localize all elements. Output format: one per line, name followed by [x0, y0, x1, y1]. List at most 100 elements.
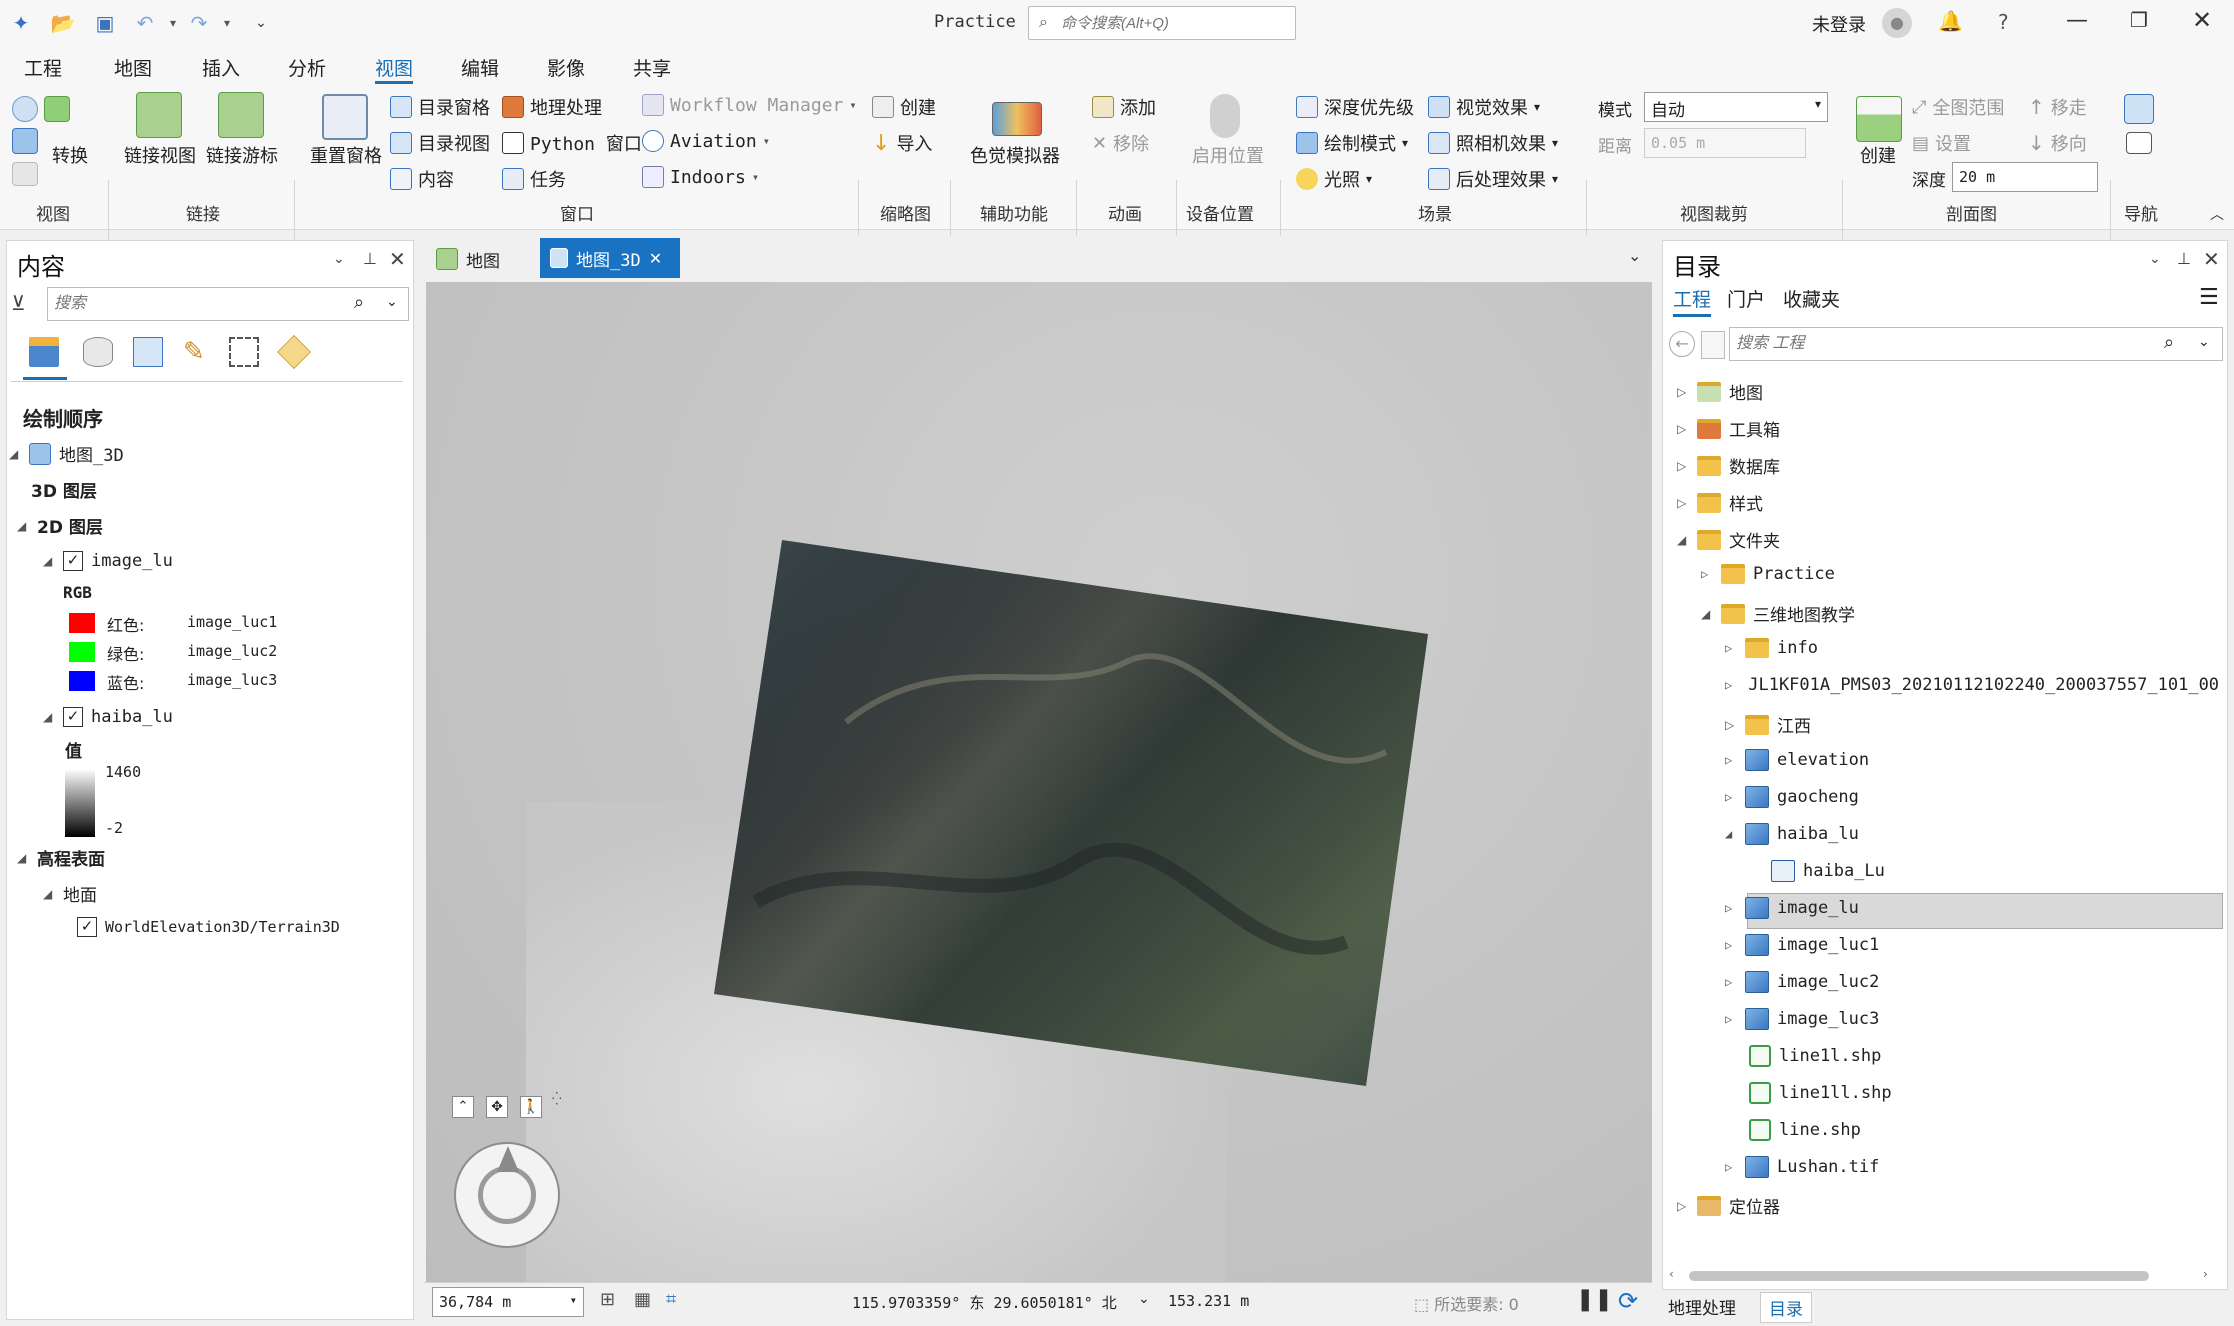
customize-qat-icon[interactable]: ⌄ [246, 8, 276, 38]
tab-map-view[interactable]: 地图 [428, 240, 534, 278]
catalog-child-gaocheng[interactable]: ▷ gaocheng [1725, 786, 1859, 808]
section-settings-button[interactable]: ▤ 设置 [1912, 130, 1971, 156]
tab-map3d-view[interactable]: 地图_3D ✕ [540, 238, 680, 278]
catalog-view-button[interactable]: 目录视图 [390, 130, 490, 156]
table-icon[interactable]: ▦ [634, 1289, 651, 1310]
collapse-ribbon-icon[interactable]: ︿ [2210, 204, 2224, 224]
layer-visibility-checkbox[interactable]: ✓ [77, 917, 97, 937]
scene-icon[interactable] [12, 128, 38, 154]
catalog-item-toolboxes[interactable]: ▷ 工具箱 [1677, 416, 1780, 441]
catalog-child-info[interactable]: ▷ info [1725, 638, 1818, 658]
catalog-item-styles[interactable]: ▷ 样式 [1677, 490, 1763, 515]
undo-icon[interactable]: ↶ [130, 8, 160, 38]
collapse-triangle-icon[interactable]: ◢ [1677, 533, 1689, 547]
redo-icon[interactable]: ↷ [184, 8, 214, 38]
grid-snap-icon[interactable]: ⊞ [600, 1289, 615, 1310]
expand-triangle-icon[interactable]: ▷ [1677, 422, 1689, 436]
expand-triangle-icon[interactable]: ▷ [1677, 496, 1689, 510]
reset-panes-button[interactable]: 重置窗格 [310, 142, 382, 168]
contents-search-input[interactable] [54, 292, 334, 316]
color-simulator-button[interactable]: 色觉模拟器 [970, 142, 1060, 168]
create-thumbnail-button[interactable]: 创建 [872, 94, 936, 120]
section-create-button[interactable]: 创建 [1860, 142, 1896, 168]
aviation-button[interactable]: Aviation ▾ [642, 130, 770, 152]
tab-view[interactable]: 视图 [375, 54, 414, 84]
search-icon[interactable]: ⌕ [354, 292, 364, 313]
catalog-item-locators[interactable]: ▷ 定位器 [1677, 1193, 1780, 1218]
full-extent-button[interactable]: ⤢ 全图范围 [1912, 94, 2004, 120]
python-window-button[interactable]: Python 窗口 [502, 130, 642, 156]
tab-edit[interactable]: 编辑 [461, 54, 499, 84]
add-animation-button[interactable]: 添加 [1092, 94, 1156, 120]
expand-triangle-icon[interactable]: ▷ [1677, 1199, 1689, 1213]
reset-panes-icon[interactable] [322, 94, 368, 140]
first-person-icon[interactable]: 🚶 [520, 1096, 542, 1118]
chevron-down-icon[interactable]: ⌄ [333, 251, 345, 267]
map3d-node[interactable]: ◢ 地图_3D [9, 441, 124, 466]
globe-icon[interactable] [12, 96, 38, 122]
enable-location-button[interactable]: 启用位置 [1192, 142, 1264, 168]
catalog-child-image-luc1[interactable]: ▷ image_luc1 [1725, 934, 1879, 956]
color-simulator-icon[interactable] [992, 102, 1042, 136]
camera-icon[interactable] [2126, 132, 2152, 154]
expand-triangle-icon[interactable]: ▷ [1725, 790, 1737, 804]
tab-catalog[interactable]: 目录 [1760, 1292, 1812, 1323]
camera-effects-button[interactable]: 照相机效果 ▾ [1428, 130, 1558, 156]
expand-triangle-icon[interactable]: ▷ [1677, 459, 1689, 473]
filter-icon[interactable]: ⊻ [11, 291, 26, 315]
navigator-up-icon[interactable]: ⌃ [452, 1096, 474, 1118]
open-project-icon[interactable]: 📂 [48, 8, 78, 38]
editing-pencil-icon[interactable]: ✎ [183, 337, 205, 367]
catalog-search[interactable]: ⌕ ⌄ [1729, 327, 2223, 361]
move-toward-button[interactable]: ↓ 移向 [2028, 130, 2087, 156]
visual-effects-button[interactable]: 视觉效果 ▾ [1428, 94, 1540, 120]
collapse-triangle-icon[interactable]: ◢ [17, 851, 29, 865]
expand-triangle-icon[interactable]: ▷ [1725, 753, 1737, 767]
chevron-down-icon[interactable]: ⌄ [386, 294, 398, 310]
collapse-triangle-icon[interactable]: ◢ [43, 554, 55, 568]
link-cursor-button[interactable]: 链接游标 [206, 142, 278, 168]
tab-geoprocessing[interactable]: 地理处理 [1668, 1294, 1736, 1319]
expand-triangle-icon[interactable]: ▷ [1725, 1160, 1737, 1174]
pin-icon[interactable]: ⊥ [2177, 249, 2191, 268]
catalog-search-input[interactable] [1736, 332, 2136, 356]
catalog-item-databases[interactable]: ▷ 数据库 [1677, 453, 1780, 478]
menu-icon[interactable]: ☰ [2199, 285, 2219, 310]
save-icon[interactable]: ▣ [90, 8, 120, 38]
refresh-icon[interactable]: ⟳ [1618, 1287, 1638, 1315]
scene-view[interactable]: ⌃ ✥ 🚶 ⁛ [426, 282, 1652, 1282]
catalog-child-jl1kf01a[interactable]: ▷ JL1KF01A_PMS03_20210112102240_200037557… [1725, 675, 2219, 695]
catalog-child-image-luc2[interactable]: ▷ image_luc2 [1725, 971, 1879, 993]
search-icon[interactable]: ⌕ [2164, 332, 2174, 353]
expand-triangle-icon[interactable]: ▷ [1725, 678, 1732, 692]
expand-triangle-icon[interactable]: ▷ [1725, 641, 1737, 655]
remove-animation-button[interactable]: ✕ 移除 [1092, 130, 1149, 156]
close-tab-icon[interactable]: ✕ [649, 249, 662, 268]
avatar-icon[interactable]: ● [1882, 8, 1912, 38]
workflow-manager-button[interactable]: Workflow Manager ▾ [642, 94, 857, 116]
user-status[interactable]: 未登录 [1812, 11, 1866, 37]
link-view-icon[interactable] [136, 92, 182, 138]
lighting-button[interactable]: 光照 ▾ [1296, 166, 1372, 192]
labeling-tag-icon[interactable] [277, 335, 311, 369]
home-icon[interactable] [1701, 331, 1725, 359]
draw-order-icon[interactable] [29, 337, 59, 367]
tasks-button[interactable]: 任务 [502, 166, 566, 192]
import-thumbnail-button[interactable]: ↓ 导入 [872, 130, 932, 156]
expand-triangle-icon[interactable]: ▷ [1677, 385, 1689, 399]
section-create-icon[interactable] [1856, 96, 1902, 142]
expand-triangle-icon[interactable]: ▷ [1725, 975, 1737, 989]
depth-priority-button[interactable]: 深度优先级 [1296, 94, 1414, 120]
navigator-icon[interactable] [2124, 94, 2154, 124]
scroll-left-icon[interactable]: ‹ [1669, 1267, 1674, 1281]
move-away-button[interactable]: ↑ 移走 [2028, 94, 2087, 120]
expand-navigator-icon[interactable]: ⁛ [552, 1092, 562, 1106]
map-view-icon[interactable] [44, 96, 70, 122]
catalog-child-haiba-lu-band[interactable]: haiba_Lu [1771, 860, 1885, 882]
expand-triangle-icon[interactable]: ▷ [1725, 938, 1737, 952]
collapse-triangle-icon[interactable]: ◢ [43, 710, 55, 724]
folder-practice[interactable]: ▷ Practice [1701, 564, 1835, 584]
catalog-child-line[interactable]: line.shp [1749, 1119, 1861, 1141]
contents-search[interactable]: ⌕ ⌄ [47, 287, 409, 321]
ground-node[interactable]: ◢ 地面 [43, 881, 97, 906]
